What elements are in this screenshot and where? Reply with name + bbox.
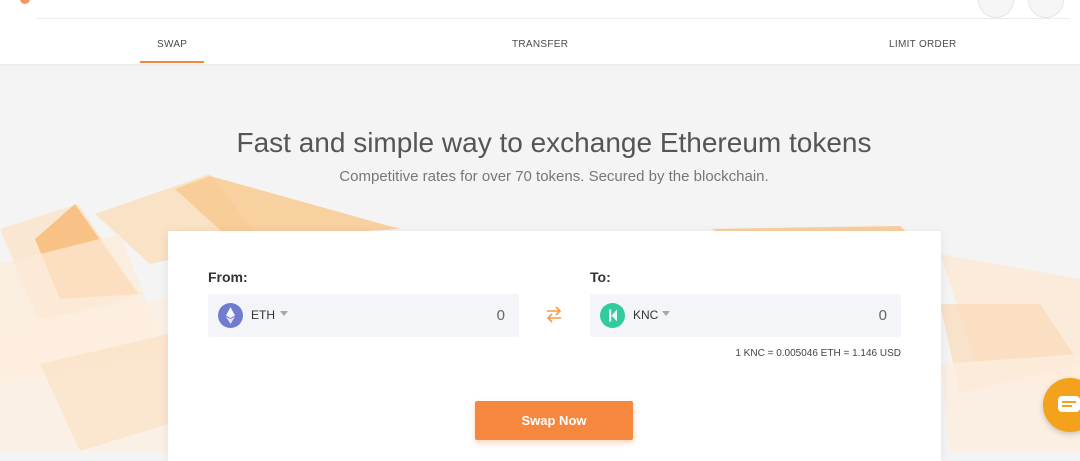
tab-transfer[interactable]: TRANSFER xyxy=(512,39,568,50)
account-button[interactable] xyxy=(1028,0,1064,18)
from-token-symbol: ETH xyxy=(251,308,275,322)
swap-direction-icon[interactable] xyxy=(543,303,565,325)
hero-title: Fast and simple way to exchange Ethereum… xyxy=(236,127,872,158)
ethereum-icon xyxy=(218,303,243,328)
to-amount-input[interactable]: 0 xyxy=(879,307,887,324)
chat-button[interactable] xyxy=(1043,378,1080,432)
tab-limit-order[interactable]: LIMIT ORDER xyxy=(889,39,957,50)
hero-subtitle: Competitive rates for over 70 tokens. Se… xyxy=(339,168,769,185)
chevron-down-icon[interactable] xyxy=(280,311,288,316)
swap-now-button[interactable]: Swap Now xyxy=(475,401,633,440)
logo-icon[interactable] xyxy=(20,0,30,4)
header-divider xyxy=(36,18,1070,19)
from-token-field[interactable]: ETH 0 xyxy=(208,294,519,337)
language-button[interactable] xyxy=(978,0,1014,18)
to-label: To: xyxy=(590,269,611,285)
from-label: From: xyxy=(208,269,248,285)
kyber-icon xyxy=(600,303,625,328)
swap-card: From: ETH 0 To: KNC 0 1 KNC = 0.005046 E… xyxy=(168,231,941,461)
to-token-field[interactable]: KNC 0 xyxy=(590,294,901,337)
from-amount-input[interactable]: 0 xyxy=(497,307,505,324)
exchange-rate: 1 KNC = 0.005046 ETH = 1.146 USD xyxy=(735,348,901,359)
chevron-down-icon[interactable] xyxy=(662,311,670,316)
active-tab-indicator xyxy=(140,61,204,63)
chat-icon xyxy=(1058,396,1080,412)
top-navigation: SWAP TRANSFER LIMIT ORDER xyxy=(0,0,1080,64)
tab-swap[interactable]: SWAP xyxy=(157,39,187,50)
to-token-symbol: KNC xyxy=(633,308,659,322)
